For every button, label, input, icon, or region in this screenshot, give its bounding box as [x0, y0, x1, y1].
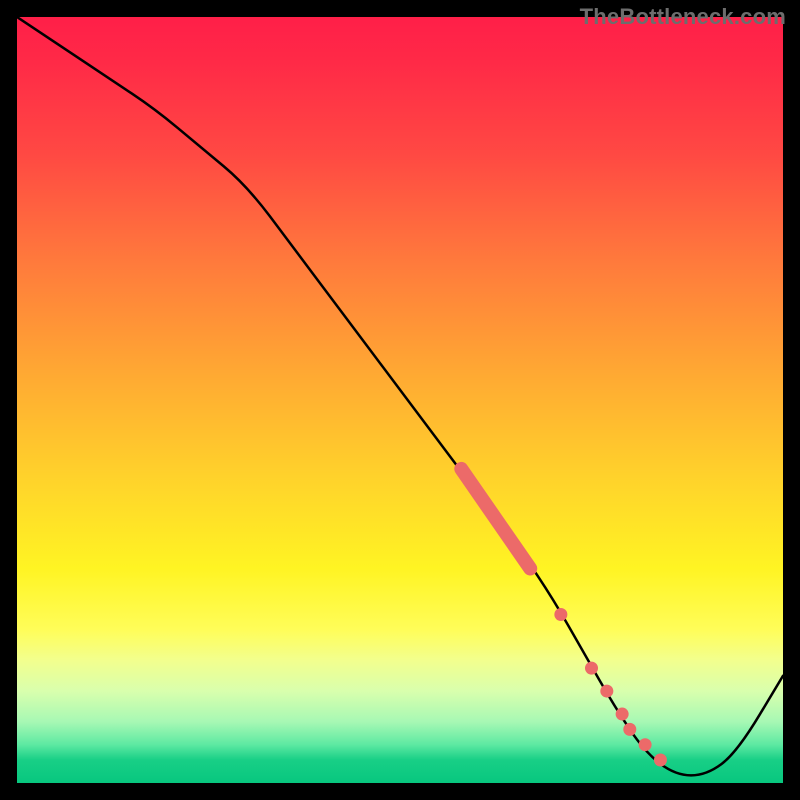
highlight-segment: [461, 469, 530, 569]
chart-frame: TheBottleneck.com: [0, 0, 800, 800]
watermark-label: TheBottleneck.com: [580, 4, 786, 30]
curve-layer: [17, 17, 783, 783]
marker-dot: [616, 708, 629, 721]
marker-dot: [600, 685, 613, 698]
plot-area: [17, 17, 783, 783]
marker-dot: [654, 754, 667, 767]
marker-dot: [585, 662, 598, 675]
bottleneck-curve: [17, 17, 783, 775]
marker-dot: [639, 738, 652, 751]
marker-dot: [623, 723, 636, 736]
marker-dot: [554, 608, 567, 621]
